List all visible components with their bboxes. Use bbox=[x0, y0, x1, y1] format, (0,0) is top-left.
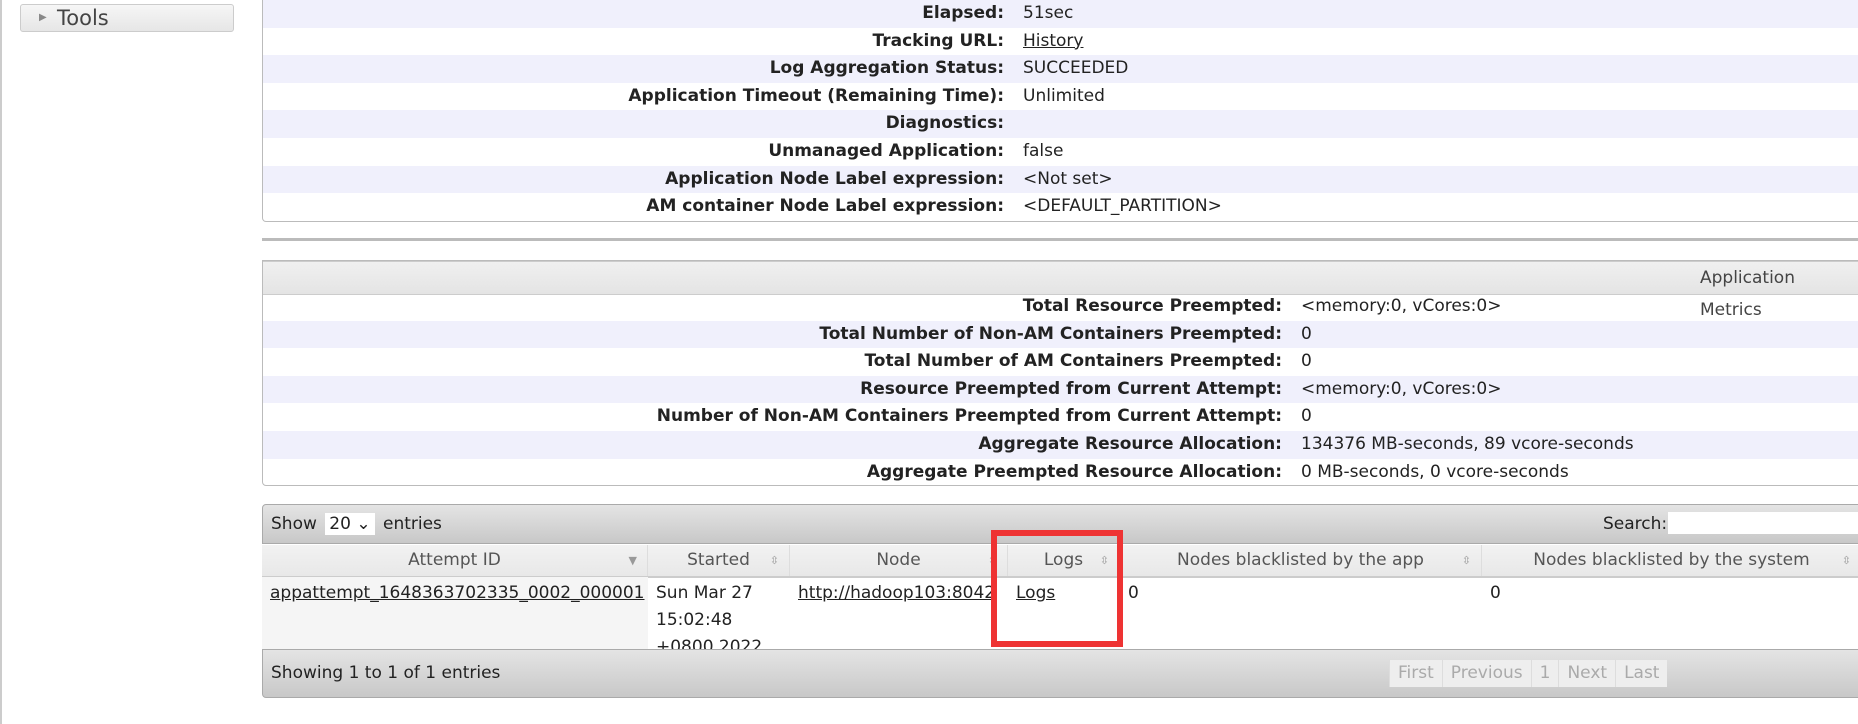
kv-row: Number of Non-AM Containers Preempted fr… bbox=[263, 403, 1858, 431]
page-size-select[interactable]: 20 ⌄ bbox=[325, 513, 375, 535]
application-metrics-table: Application Metrics Total Resource Preem… bbox=[262, 260, 1858, 486]
column-header-4[interactable]: Nodes blacklisted by the app ⇳ bbox=[1120, 545, 1482, 576]
blacklisted-system-cell-text: 0 bbox=[1490, 583, 1501, 603]
started-cell-text: Sun Mar 27 bbox=[656, 583, 753, 603]
application-overview-table: Elapsed: 51sec Tracking URL: History Log Agg… bbox=[262, 0, 1858, 222]
sort-icon: ⇳ bbox=[769, 554, 779, 567]
column-label: Node bbox=[876, 550, 921, 570]
triangle-right-icon: ▶ bbox=[39, 12, 47, 23]
tracking-url-link[interactable]: History bbox=[1023, 28, 1083, 56]
kv-row: Aggregate Resource Allocation: 134376 MB-… bbox=[263, 431, 1858, 459]
datatable-footer: Showing 1 to 1 of 1 entries First Previou… bbox=[262, 649, 1858, 698]
column-label: Attempt ID bbox=[408, 550, 501, 570]
kv-value: 51sec bbox=[1023, 3, 1074, 23]
sort-icon: ⇳ bbox=[1841, 554, 1851, 567]
node-link[interactable]: http://hadoop103:8042 bbox=[790, 577, 1008, 650]
kv-row: Diagnostics: bbox=[263, 110, 1858, 139]
kv-row: Total Number of Non-AM Containers Preemp… bbox=[263, 320, 1858, 349]
kv-row: Tracking URL: History bbox=[263, 28, 1858, 56]
pagination-1[interactable]: 1 bbox=[1530, 660, 1559, 687]
kv-row: AM container Node Label expression: <DEFA… bbox=[263, 193, 1858, 221]
kv-row: Resource Preempted from Current Attempt:… bbox=[263, 375, 1858, 404]
kv-label: Total Number of AM Containers Preempted: bbox=[864, 351, 1282, 372]
pagination-first[interactable]: First bbox=[1389, 660, 1442, 687]
kv-value: false bbox=[1023, 141, 1064, 162]
kv-label: Unmanaged Application: bbox=[768, 141, 1004, 162]
kv-value: SUCCEEDED bbox=[1023, 58, 1129, 79]
kv-value: <memory:0, vCores:0> bbox=[1301, 378, 1502, 399]
kv-label: Log Aggregation Status: bbox=[769, 58, 1004, 79]
kv-row: Application Timeout (Remaining Time): Unl… bbox=[263, 83, 1858, 111]
kv-label: Tracking URL: bbox=[872, 30, 1004, 51]
highlight-box bbox=[991, 530, 1123, 647]
kv-row: Log Aggregation Status: SUCCEEDED bbox=[263, 55, 1858, 83]
sidebar-tools-toggle[interactable]: ▶ Tools bbox=[20, 4, 234, 32]
kv-label: Resource Preempted from Current Attempt: bbox=[860, 378, 1282, 399]
pagination: First Previous 1 Next Last bbox=[1389, 660, 1668, 687]
kv-value: 0 bbox=[1301, 323, 1312, 344]
blacklisted-app-cell-text: 0 bbox=[1128, 583, 1139, 603]
kv-row: Aggregate Preempted Resource Allocation:… bbox=[263, 459, 1858, 485]
started-cell: Sun Mar 27 15:02:48 +0800 2022 bbox=[648, 577, 790, 657]
kv-label: Aggregate Resource Allocation: bbox=[978, 434, 1282, 455]
search-input[interactable] bbox=[1668, 512, 1858, 534]
kv-label: Application Timeout (Remaining Time): bbox=[628, 85, 1004, 106]
column-label: Started bbox=[687, 550, 750, 570]
attempt-id-link[interactable]: appattempt_1648363702335_0002_000001 bbox=[262, 577, 648, 650]
kv-row: Elapsed: 51sec bbox=[263, 0, 1858, 28]
started-cell-text: 15:02:48 bbox=[656, 610, 733, 630]
kv-value: Unlimited bbox=[1023, 85, 1105, 106]
column-header-2[interactable]: Node ⇳ bbox=[790, 545, 1008, 576]
kv-label: Elapsed: bbox=[922, 3, 1004, 23]
pagination-last[interactable]: Last bbox=[1615, 660, 1667, 687]
sort-icon: ⇳ bbox=[1461, 554, 1471, 567]
sort-desc-icon: ▼ bbox=[628, 554, 637, 567]
kv-value: 0 MB-seconds, 0 vcore-seconds bbox=[1301, 461, 1569, 482]
kv-row: Total Number of AM Containers Preempted:… bbox=[263, 348, 1858, 376]
tools-label: Tools bbox=[57, 6, 109, 30]
column-label: Nodes blacklisted by the app bbox=[1177, 550, 1424, 570]
kv-row: Application Node Label expression: <Not s… bbox=[263, 165, 1858, 194]
column-label: Nodes blacklisted by the system bbox=[1533, 550, 1810, 570]
column-header-1[interactable]: Started ⇳ bbox=[648, 545, 790, 576]
kv-value: 0 bbox=[1301, 351, 1312, 372]
kv-label: Total Number of Non-AM Containers Preemp… bbox=[819, 323, 1282, 344]
kv-label: AM container Node Label expression: bbox=[646, 196, 1004, 217]
kv-value: 134376 MB-seconds, 89 vcore-seconds bbox=[1301, 434, 1634, 455]
kv-value: <Not set> bbox=[1023, 168, 1113, 189]
attempt-id-link-text[interactable]: appattempt_1648363702335_0002_000001 bbox=[270, 580, 645, 607]
pagination-previous[interactable]: Previous bbox=[1441, 660, 1531, 687]
kv-row: Unmanaged Application: false bbox=[263, 138, 1858, 166]
blacklisted-system-cell: 0 bbox=[1482, 577, 1858, 650]
blacklisted-app-cell: 0 bbox=[1120, 577, 1482, 650]
kv-label: Diagnostics: bbox=[885, 113, 1004, 134]
kv-label: Aggregate Preempted Resource Allocation: bbox=[866, 461, 1282, 482]
divider bbox=[262, 238, 1858, 241]
pagination-next[interactable]: Next bbox=[1558, 660, 1615, 687]
kv-label: Application Node Label expression: bbox=[665, 168, 1004, 189]
column-header-5[interactable]: Nodes blacklisted by the system ⇳ bbox=[1482, 545, 1858, 576]
kv-row: Total Resource Preempted: <memory:0, vCor… bbox=[263, 293, 1858, 321]
kv-label: Total Resource Preempted: bbox=[1022, 296, 1282, 316]
metrics-header: Application Metrics bbox=[263, 261, 1858, 320]
node-link-text[interactable]: http://hadoop103:8042 bbox=[798, 580, 1000, 607]
column-header-0[interactable]: Attempt ID ▼ bbox=[262, 545, 648, 576]
kv-label: Number of Non-AM Containers Preempted fr… bbox=[656, 406, 1282, 427]
kv-value: <memory:0, vCores:0> bbox=[1301, 296, 1502, 316]
kv-value: <DEFAULT_PARTITION> bbox=[1023, 196, 1222, 217]
sidebar-border bbox=[0, 0, 2, 724]
kv-value: 0 bbox=[1301, 406, 1312, 427]
